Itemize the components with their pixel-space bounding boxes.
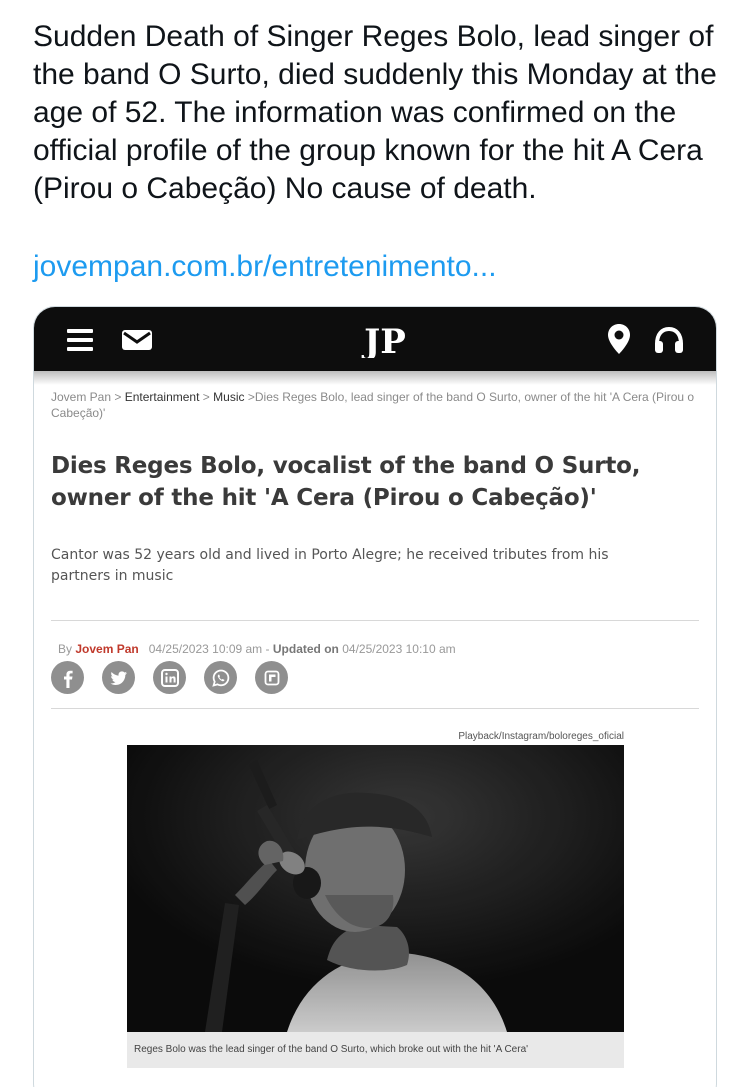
breadcrumb-item-entertainment[interactable]: Entertainment: [125, 390, 200, 404]
breadcrumb-separator: >: [202, 390, 210, 404]
breadcrumb-separator: >: [247, 390, 255, 404]
jovem-pan-logo[interactable]: JP: [354, 322, 416, 358]
byline-author[interactable]: Jovem Pan: [75, 642, 138, 656]
whatsapp-icon: [211, 669, 229, 687]
byline-by: By: [58, 642, 73, 656]
published-date: 04/25/2023 10:09 am: [148, 642, 263, 656]
linkedin-share-button[interactable]: [153, 661, 186, 694]
twitter-share-button[interactable]: [102, 661, 135, 694]
byline-dash: -: [265, 642, 270, 656]
byline: By Jovem Pan 04/25/2023 10:09 am - Updat…: [58, 641, 698, 657]
share-buttons: [51, 661, 288, 694]
photo-credit: Playback/Instagram/boloreges_oficial: [458, 731, 624, 742]
photo-caption: Reges Bolo was the lead singer of the ba…: [134, 1044, 529, 1055]
breadcrumb-item-home[interactable]: Jovem Pan: [51, 390, 111, 404]
breadcrumb-item-music[interactable]: Music: [213, 390, 244, 404]
divider: [51, 620, 699, 621]
tweet-link[interactable]: jovempan.com.br/entretenimento...: [33, 248, 497, 286]
site-header: JP: [34, 307, 716, 371]
whatsapp-share-button[interactable]: [204, 661, 237, 694]
facebook-icon: [63, 670, 73, 688]
twitter-icon: [110, 670, 127, 685]
facebook-share-button[interactable]: [51, 661, 84, 694]
headphones-icon[interactable]: [654, 326, 684, 354]
tweet-text: Sudden Death of Singer Reges Bolo, lead …: [33, 20, 717, 205]
breadcrumb-separator: >: [114, 390, 122, 404]
updated-date: 04/25/2023 10:10 am: [342, 642, 456, 656]
article-photo[interactable]: [127, 745, 624, 1032]
logo-text: JP: [361, 322, 406, 358]
link-preview-card[interactable]: JP Jovem Pan > Entertainment > Music >Di…: [33, 306, 717, 1087]
location-pin-icon[interactable]: [608, 324, 630, 354]
divider: [51, 708, 699, 709]
flipboard-share-button[interactable]: [255, 661, 288, 694]
mail-icon[interactable]: [122, 330, 152, 350]
article-headline: Dies Reges Bolo, vocalist of the band O …: [51, 453, 641, 511]
flipboard-icon: [264, 670, 279, 685]
article-subtitle: Cantor was 52 years old and lived in Por…: [51, 547, 609, 584]
linkedin-icon: [160, 668, 179, 687]
updated-label: Updated on: [272, 642, 339, 656]
header-shadow: [34, 371, 716, 385]
menu-icon[interactable]: [67, 329, 93, 351]
breadcrumb: Jovem Pan > Entertainment > Music >Dies …: [51, 389, 701, 421]
photo-caption-bar: Reges Bolo was the lead singer of the ba…: [127, 1032, 624, 1068]
